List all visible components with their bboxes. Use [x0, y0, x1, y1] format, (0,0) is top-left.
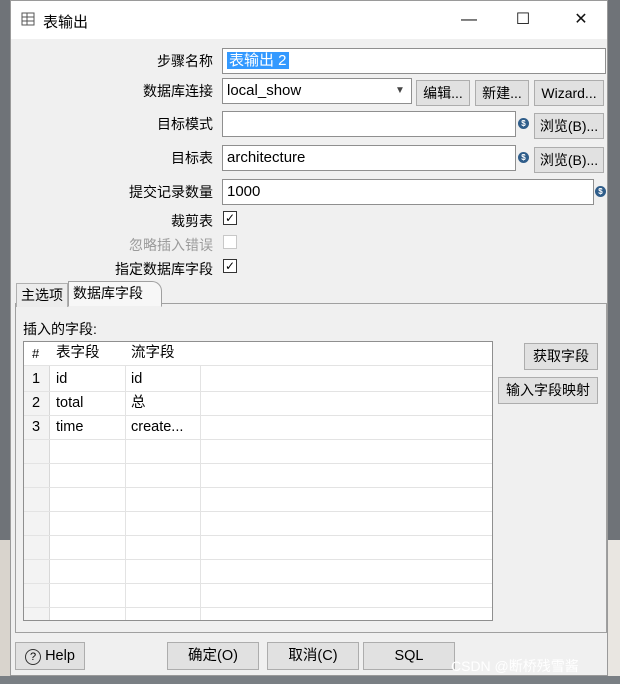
empty-row[interactable]: [24, 464, 492, 488]
ignore-errors-label: 忽略插入错误: [129, 237, 213, 253]
get-fields-button[interactable]: 获取字段: [524, 343, 598, 370]
title-bar: 表输出 — ☐ ✕: [11, 1, 607, 39]
target-table-input[interactable]: architecture: [222, 145, 516, 171]
table-field-cell[interactable]: total: [56, 392, 83, 416]
db-connection-value: local_show: [227, 82, 302, 99]
empty-row[interactable]: [24, 584, 492, 608]
ignore-errors-checkbox: [223, 235, 237, 249]
table-row[interactable]: 2 total 总: [24, 392, 492, 416]
table-output-icon: [21, 12, 35, 26]
ok-button[interactable]: 确定(O): [167, 642, 259, 670]
edit-connection-button[interactable]: 编辑...: [416, 80, 470, 106]
empty-row[interactable]: [24, 488, 492, 512]
wizard-button[interactable]: Wizard...: [534, 80, 604, 106]
stream-field-cell[interactable]: 总: [131, 392, 146, 416]
empty-row[interactable]: [24, 512, 492, 536]
target-table-label: 目标表: [171, 150, 213, 166]
table-output-dialog: 表输出 — ☐ ✕ 步骤名称 表输出 2 数据库连接 local_show ▼ …: [10, 0, 608, 676]
row-num: 3: [32, 419, 41, 435]
stream-field-cell[interactable]: id: [131, 368, 142, 392]
maximize-icon: ☐: [515, 11, 531, 28]
commit-size-input[interactable]: 1000: [222, 179, 594, 205]
truncate-table-checkbox[interactable]: ✓: [223, 211, 237, 225]
header-table-field[interactable]: 表字段: [56, 342, 100, 366]
map-fields-button[interactable]: 输入字段映射: [498, 377, 598, 404]
inserted-fields-label: 插入的字段:: [23, 321, 97, 337]
row-num: 1: [32, 371, 41, 387]
fields-table[interactable]: # 表字段 流字段 1 id id 2 total 总 3 time creat…: [23, 341, 493, 621]
table-row[interactable]: 3 time create...: [24, 416, 492, 440]
new-connection-button[interactable]: 新建...: [475, 80, 529, 106]
header-num[interactable]: #: [32, 342, 39, 366]
close-icon: ✕: [574, 11, 588, 28]
row-num: 2: [32, 395, 41, 411]
db-connection-select[interactable]: local_show ▼: [222, 78, 412, 104]
specify-db-fields-label: 指定数据库字段: [115, 261, 213, 277]
empty-row[interactable]: [24, 440, 492, 464]
tab-db-fields[interactable]: 数据库字段: [68, 281, 162, 307]
step-name-input[interactable]: 表输出 2: [222, 48, 606, 74]
variable-icon: $: [518, 118, 529, 129]
table-header-row: # 表字段 流字段: [24, 342, 492, 366]
browse-table-button[interactable]: 浏览(B)...: [534, 147, 604, 173]
stream-field-cell[interactable]: create...: [131, 416, 183, 440]
minimize-icon: —: [461, 11, 477, 28]
table-field-cell[interactable]: time: [56, 416, 83, 440]
minimize-button[interactable]: —: [447, 1, 491, 39]
db-connection-label: 数据库连接: [143, 83, 213, 99]
table-field-cell[interactable]: id: [56, 368, 67, 392]
variable-icon: $: [595, 186, 606, 197]
background-right-strip: [608, 540, 620, 684]
target-schema-label: 目标模式: [157, 116, 213, 132]
target-schema-input[interactable]: [222, 111, 516, 137]
variable-icon: $: [518, 152, 529, 163]
empty-row[interactable]: [24, 560, 492, 584]
window-title: 表输出: [43, 14, 89, 31]
cancel-button[interactable]: 取消(C): [267, 642, 359, 670]
help-icon: ?: [25, 649, 42, 665]
help-label: Help: [45, 648, 75, 664]
empty-row[interactable]: [24, 536, 492, 560]
background-bottom-strip: [0, 676, 620, 684]
browse-schema-button[interactable]: 浏览(B)...: [534, 113, 604, 139]
header-stream-field[interactable]: 流字段: [131, 342, 175, 366]
commit-size-label: 提交记录数量: [129, 184, 213, 200]
table-row[interactable]: 1 id id: [24, 368, 492, 392]
step-name-label: 步骤名称: [157, 53, 213, 69]
sql-button[interactable]: SQL: [363, 642, 455, 670]
specify-db-fields-checkbox[interactable]: ✓: [223, 259, 237, 273]
tab-main-options[interactable]: 主选项: [16, 283, 68, 307]
step-name-value: 表输出 2: [227, 52, 289, 69]
watermark-text: CSDN @断桥残雪酱: [451, 658, 579, 674]
help-button[interactable]: ? Help: [15, 642, 85, 670]
maximize-button[interactable]: ☐: [501, 1, 545, 39]
close-button[interactable]: ✕: [559, 1, 603, 39]
background-left-strip: [0, 540, 10, 684]
truncate-table-label: 裁剪表: [171, 213, 213, 229]
chevron-down-icon: ▼: [395, 85, 405, 96]
